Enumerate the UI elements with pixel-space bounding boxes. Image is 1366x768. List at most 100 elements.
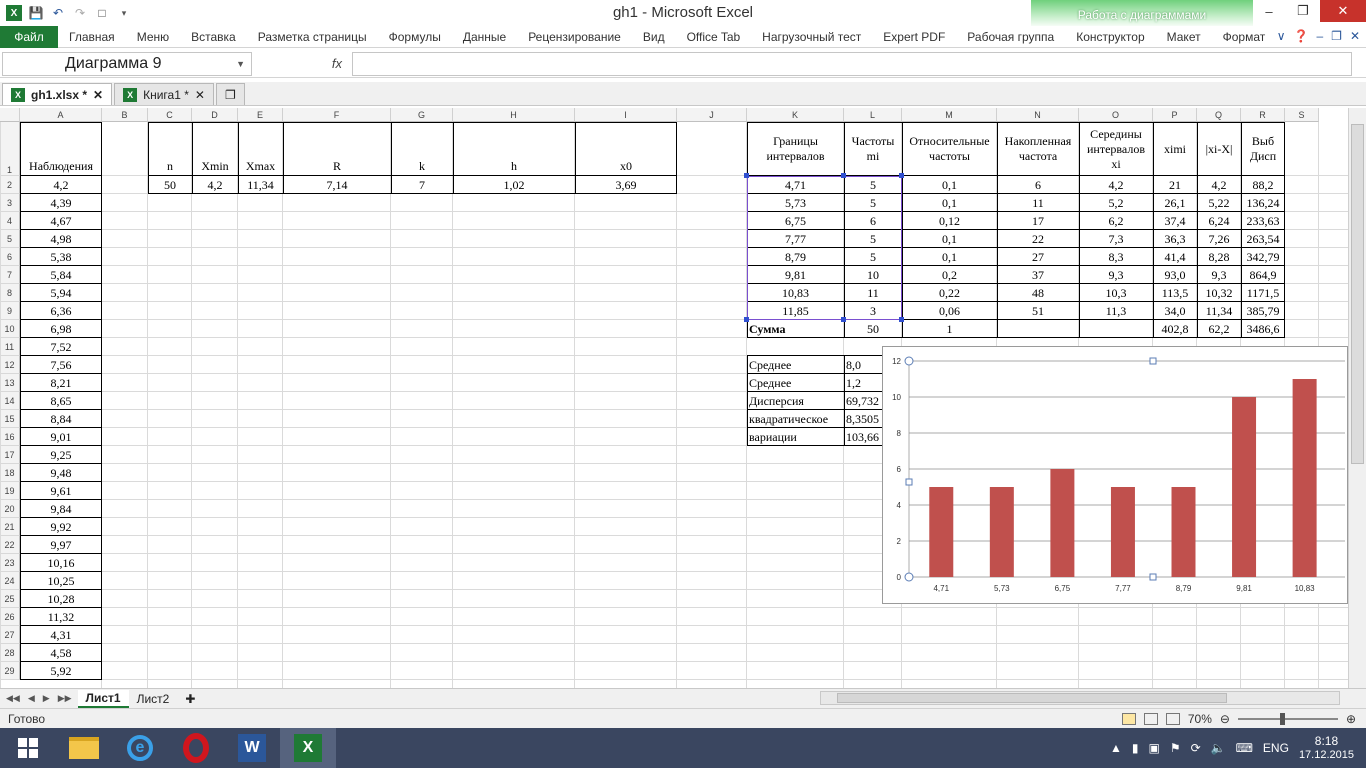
keyboard-icon[interactable]: ⌨: [1236, 741, 1253, 755]
freq-cell[interactable]: 0,2: [902, 266, 997, 284]
observation-value[interactable]: 9,84: [20, 500, 102, 518]
next-sheet-icon[interactable]: ▶: [43, 693, 50, 704]
freq-cell[interactable]: 0,1: [902, 176, 997, 194]
bar[interactable]: [1110, 487, 1135, 577]
row-header[interactable]: 18: [0, 464, 20, 482]
insert-sheet-icon[interactable]: ✚: [177, 690, 203, 708]
param-value[interactable]: 7: [391, 176, 453, 194]
first-sheet-icon[interactable]: ◀◀: [6, 693, 20, 704]
sum-cell[interactable]: 1: [902, 320, 997, 338]
redo-icon[interactable]: ↷: [72, 5, 88, 21]
row-header[interactable]: 11: [0, 338, 20, 356]
minimize-workbook-icon[interactable]: –: [1316, 29, 1323, 43]
freq-cell[interactable]: 11: [997, 194, 1079, 212]
observation-value[interactable]: 7,56: [20, 356, 102, 374]
row-header[interactable]: 29: [0, 662, 20, 680]
freq-header[interactable]: Частоты mi: [844, 122, 902, 176]
column-header[interactable]: F: [283, 108, 391, 122]
freq-header[interactable]: Середины интервалов xi: [1079, 122, 1153, 176]
bar[interactable]: [989, 487, 1014, 577]
zoom-slider[interactable]: [1237, 712, 1338, 725]
freq-cell[interactable]: 385,79: [1241, 302, 1285, 320]
param-header[interactable]: Xmax: [238, 122, 283, 176]
windows-start-icon[interactable]: [0, 728, 56, 768]
column-header[interactable]: L: [844, 108, 902, 122]
flag-icon[interactable]: ⚑: [1170, 741, 1181, 755]
selection-handle[interactable]: [899, 317, 904, 322]
word-icon[interactable]: W: [224, 728, 280, 768]
zoom-slider-thumb[interactable]: [1279, 712, 1285, 725]
freq-cell[interactable]: 5,22: [1197, 194, 1241, 212]
restore-icon[interactable]: ❐: [1286, 0, 1320, 22]
freq-cell[interactable]: 34,0: [1153, 302, 1197, 320]
observation-value[interactable]: 4,2: [20, 176, 102, 194]
row-header[interactable]: 7: [0, 266, 20, 284]
column-header[interactable]: S: [1285, 108, 1319, 122]
row-header[interactable]: 12: [0, 356, 20, 374]
column-header[interactable]: K: [747, 108, 844, 122]
freq-cell[interactable]: 4,2: [1079, 176, 1153, 194]
vertical-scroll-thumb[interactable]: [1351, 124, 1364, 464]
stat-label[interactable]: вариации: [747, 428, 844, 446]
column-header[interactable]: Q: [1197, 108, 1241, 122]
freq-cell[interactable]: 113,5: [1153, 284, 1197, 302]
close-icon[interactable]: ✕: [1320, 0, 1366, 22]
row-header[interactable]: 21: [0, 518, 20, 536]
freq-cell[interactable]: 0,12: [902, 212, 997, 230]
ribbon-tab[interactable]: Данные: [452, 30, 517, 44]
freq-cell[interactable]: 9,3: [1197, 266, 1241, 284]
column-header[interactable]: A: [20, 108, 102, 122]
freq-cell[interactable]: 27: [997, 248, 1079, 266]
plot-resize-handle[interactable]: [905, 478, 913, 486]
row-header[interactable]: 27: [0, 626, 20, 644]
selection-handle[interactable]: [744, 173, 749, 178]
param-header[interactable]: R: [283, 122, 391, 176]
freq-cell[interactable]: 342,79: [1241, 248, 1285, 266]
selection-handle[interactable]: [744, 317, 749, 322]
observation-value[interactable]: 11,32: [20, 608, 102, 626]
insert-function-button[interactable]: fx: [252, 56, 352, 71]
row-header[interactable]: 8: [0, 284, 20, 302]
freq-header[interactable]: Выб Дисп: [1241, 122, 1285, 176]
freq-cell[interactable]: 8,3: [1079, 248, 1153, 266]
freq-cell[interactable]: 41,4: [1153, 248, 1197, 266]
bar[interactable]: [929, 487, 954, 577]
document-tab[interactable]: Xgh1.xlsx * ✕: [2, 83, 113, 105]
ribbon-tab[interactable]: Формат: [1212, 30, 1277, 44]
freq-cell[interactable]: 4,2: [1197, 176, 1241, 194]
freq-cell[interactable]: 17: [997, 212, 1079, 230]
row-header[interactable]: 20: [0, 500, 20, 518]
param-value[interactable]: 1,02: [453, 176, 575, 194]
freq-cell[interactable]: 6,2: [1079, 212, 1153, 230]
column-header[interactable]: R: [1241, 108, 1285, 122]
input-language[interactable]: ENG: [1263, 741, 1289, 755]
new-document-icon[interactable]: □: [94, 5, 110, 21]
param-header[interactable]: n: [148, 122, 192, 176]
row-header[interactable]: 14: [0, 392, 20, 410]
sum-cell[interactable]: [997, 320, 1079, 338]
zoom-in-icon[interactable]: ⊕: [1346, 712, 1356, 726]
column-header[interactable]: G: [391, 108, 453, 122]
bar[interactable]: [1292, 379, 1317, 577]
frequency-bar-chart[interactable]: 0 2 4 6 8 10 12 4,71 5,73 6,75 7,77 8,79 9,81 10,83: [882, 346, 1348, 604]
chevron-down-icon[interactable]: ▼: [236, 59, 245, 69]
column-header[interactable]: H: [453, 108, 575, 122]
column-header[interactable]: C: [148, 108, 192, 122]
plot-resize-handle[interactable]: [1149, 357, 1157, 365]
tray-up-arrow-icon[interactable]: ▲: [1110, 741, 1122, 755]
ribbon-tab[interactable]: Рабочая группа: [956, 30, 1065, 44]
observation-value[interactable]: 10,28: [20, 590, 102, 608]
minimize-icon[interactable]: –: [1252, 0, 1286, 22]
opera-icon[interactable]: [168, 728, 224, 768]
observation-value[interactable]: 9,61: [20, 482, 102, 500]
row-header[interactable]: 23: [0, 554, 20, 572]
freq-cell[interactable]: 233,63: [1241, 212, 1285, 230]
internet-explorer-icon[interactable]: e: [112, 728, 168, 768]
bar[interactable]: [1232, 397, 1257, 577]
ribbon-tab[interactable]: Вид: [632, 30, 676, 44]
ribbon-tab[interactable]: Рецензирование: [517, 30, 632, 44]
plot-resize-handle[interactable]: [1149, 573, 1157, 581]
freq-cell[interactable]: 0,22: [902, 284, 997, 302]
stat-label[interactable]: Дисперсия: [747, 392, 844, 410]
clock[interactable]: 8:18 17.12.2015: [1299, 734, 1354, 762]
